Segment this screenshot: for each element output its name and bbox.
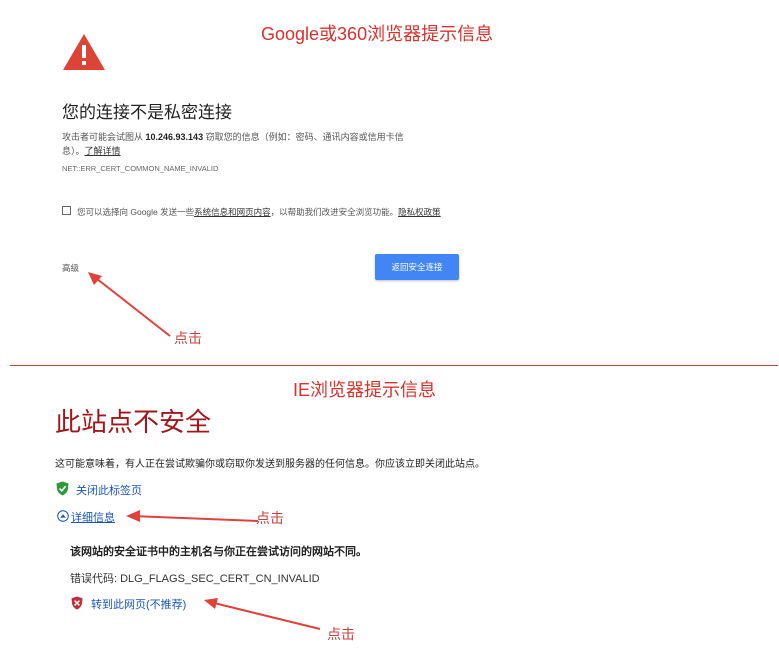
system-info-link[interactable]: 系统信息和网页内容 [194,207,271,217]
description-text: 窃取您的信息（例如：密码、通讯内容或信用卡信 [203,132,404,142]
proceed-to-page-link[interactable]: 转到此网页(不推荐) [91,596,186,612]
click-annotation: 点击 [327,627,355,643]
ie-heading: 此站点不安全 [55,408,212,438]
close-tab-link[interactable]: 关闭此标签页 [76,482,142,498]
advanced-button[interactable]: 高级 [62,262,79,274]
details-link[interactable]: 详细信息 [71,509,115,525]
target-ip: 10.246.93.143 [145,132,204,142]
description-text: 攻击者可能会试图从 [62,132,146,142]
privacy-policy-link[interactable]: 隐私权政策 [398,207,441,217]
ie-section-title: IE浏览器提示信息 [293,380,437,400]
learn-more-link[interactable]: 了解详情 [85,146,121,156]
click-annotation: 点击 [174,331,202,347]
green-shield-check-icon [56,481,69,496]
google-section-title: Google或360浏览器提示信息 [261,24,494,44]
checkbox-text: 您可以选择向 Google 发送一些 [77,207,195,217]
ie-description: 这可能意味着，有人正在尝试欺骗你或窃取你发送到服务器的任何信息。你应该立即关闭此… [55,459,485,470]
description-text: 息）。 [62,146,85,156]
annotation-arrow-icon [80,268,180,340]
send-info-checkbox[interactable] [62,206,71,215]
back-to-safety-button[interactable]: 返回安全连接 [375,254,459,280]
section-divider [10,365,778,366]
warning-triangle-icon [62,33,106,71]
privacy-error-description: 攻击者可能会试图从 10.246.93.143 窃取您的信息（例如：密码、通讯内… [62,130,462,158]
annotation-arrow-icon [200,597,325,633]
send-info-label: 您可以选择向 Google 发送一些系统信息和网页内容，以帮助我们改进安全浏览功… [77,206,441,218]
red-shield-x-icon [71,596,83,610]
ie-error-code: 错误代码: DLG_FLAGS_SEC_CERT_CN_INVALID [70,573,320,585]
chevron-up-circle-icon[interactable] [57,510,69,522]
error-code: NET::ERR_CERT_COMMON_NAME_INVALID [62,164,219,173]
cert-mismatch-text: 该网站的安全证书中的主机名与你正在尝试访问的网站不同。 [70,546,367,558]
checkbox-text: ，以帮助我们改进安全浏览功能。 [270,207,399,217]
click-annotation: 点击 [256,511,284,527]
annotation-arrow-icon [122,509,262,525]
privacy-error-heading: 您的连接不是私密连接 [62,103,232,122]
